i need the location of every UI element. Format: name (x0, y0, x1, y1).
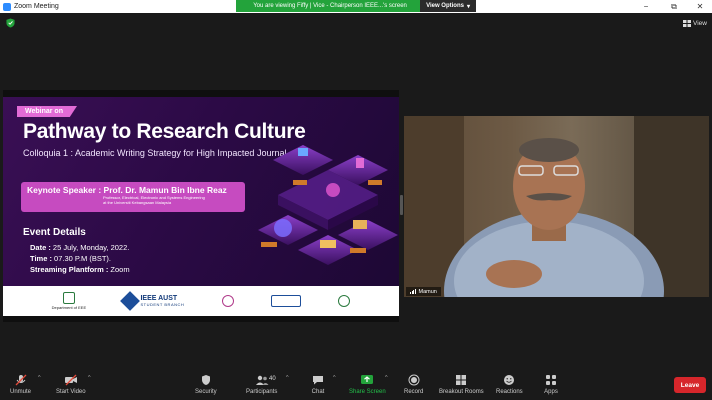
split-view-handle[interactable] (400, 195, 403, 215)
date-value: 25 July, Monday, 2022. (50, 243, 130, 252)
reactions-label: Reactions (496, 389, 523, 395)
date-label: Date : (30, 243, 51, 252)
share-screen-label: Share Screen (349, 389, 386, 395)
event-platform: Streaming Plantform : Zoom (30, 265, 130, 274)
start-video-button[interactable]: Start Video (56, 374, 86, 395)
close-button[interactable]: ✕ (688, 0, 712, 13)
shield-icon[interactable] (6, 18, 15, 28)
zoom-meeting-window: Zoom Meeting − ⧉ ✕ You are viewing Fiffy… (0, 0, 712, 400)
chat-button[interactable]: Chat (311, 374, 325, 395)
ieee-aust-logo: IEEE AUST STUDENT BRANCH (120, 291, 185, 311)
slide-tag: Webinar on (17, 106, 77, 117)
participant-name: Mamun (418, 288, 437, 295)
society-emblem-icon (338, 294, 351, 307)
view-options-button[interactable]: View Options ▾ (420, 0, 476, 12)
window-title: Zoom Meeting (14, 3, 59, 10)
sps-logo (270, 294, 301, 308)
grid-icon (683, 20, 691, 27)
record-label: Record (404, 389, 424, 395)
restore-button[interactable]: ⧉ (662, 0, 686, 13)
breakout-rooms-button[interactable]: Breakout Rooms (439, 374, 484, 395)
slide-bottom-bar (3, 316, 399, 322)
participants-label: Participants (246, 389, 278, 395)
share-banner-text: You are viewing Fiffy | Vice - Chairpers… (253, 3, 407, 9)
chat-options-caret[interactable]: ^ (333, 375, 336, 381)
sps-emblem-icon (270, 294, 301, 307)
chat-label: Chat (311, 389, 325, 395)
view-button[interactable]: View (683, 18, 707, 29)
keynote-label: Keynote Speaker : Prof. Dr. Mamun Bin Ib… (27, 185, 227, 195)
unmute-button[interactable]: Unmute (10, 374, 31, 395)
share-screen-button[interactable]: Share Screen (349, 374, 386, 395)
microphone-muted-icon (15, 374, 26, 386)
smiley-icon (504, 375, 515, 385)
time-value: 07.30 P.M (BST). (51, 254, 112, 263)
share-screen-icon (361, 375, 374, 384)
chevron-down-icon: ▾ (466, 3, 470, 10)
breakout-rooms-label: Breakout Rooms (439, 389, 484, 395)
dept-emblem-icon (62, 292, 75, 304)
zoom-logo-icon (3, 2, 11, 11)
reactions-button[interactable]: Reactions (496, 374, 523, 395)
slide-subhead: Colloquia 1 : Academic Writing Strategy … (23, 148, 287, 158)
wie-logo (221, 294, 234, 308)
record-icon (408, 374, 420, 386)
apps-button[interactable]: Apps (544, 374, 558, 395)
dept-logo-text: Department of EEE (51, 305, 87, 310)
signal-strength-icon (410, 289, 416, 294)
participants-options-caret[interactable]: ^ (286, 375, 289, 381)
security-shield-icon (201, 375, 210, 385)
audio-options-caret[interactable]: ^ (38, 375, 41, 381)
ieee-logo-main: IEEE AUST (140, 295, 178, 302)
time-label: Time : (30, 254, 52, 263)
security-button[interactable]: Security (195, 374, 217, 395)
event-time: Time : 07.30 P.M (BST). (30, 254, 111, 263)
event-details-title: Event Details (23, 227, 86, 238)
society-logo (338, 294, 351, 308)
start-video-label: Start Video (56, 389, 86, 395)
security-label: Security (195, 389, 217, 395)
slide-footer-logos: Department of EEE IEEE AUST STUDENT BRAN… (3, 286, 399, 316)
apps-label: Apps (544, 389, 558, 395)
view-options-label: View Options (426, 3, 464, 9)
event-date: Date : 25 July, Monday, 2022. (30, 243, 129, 252)
ieee-diamond-icon (120, 291, 141, 311)
leave-button[interactable]: Leave (674, 377, 706, 393)
breakout-rooms-icon (456, 375, 467, 385)
minimize-button[interactable]: − (634, 0, 658, 13)
platform-label: Streaming Plantform : (30, 265, 109, 274)
ieee-logo-sub: STUDENT BRANCH (140, 302, 185, 307)
research-illustration (258, 145, 398, 265)
wie-emblem-icon (221, 294, 234, 307)
screen-share-banner: You are viewing Fiffy | Vice - Chairpers… (236, 0, 476, 12)
shared-screen[interactable]: Webinar on Pathway to Research Culture C… (3, 90, 399, 322)
keynote-affiliation-2: at the Universiti Kebangsaan Malaysia (103, 200, 172, 205)
apps-icon (546, 375, 556, 385)
view-button-label: View (693, 20, 707, 27)
participant-name-tag: Mamun (406, 287, 441, 296)
participants-count: 40 (269, 376, 276, 382)
participant-video-tile[interactable]: Mamun (404, 116, 709, 297)
dept-logo: Department of EEE (52, 292, 86, 310)
share-options-caret[interactable]: ^ (385, 375, 388, 381)
video-off-icon (64, 374, 77, 386)
unmute-label: Unmute (10, 389, 32, 395)
record-button[interactable]: Record (404, 374, 423, 395)
video-options-caret[interactable]: ^ (88, 375, 91, 381)
slide-top-bar (3, 90, 399, 97)
participant-video-frame (404, 116, 709, 297)
participants-icon (255, 375, 269, 385)
platform-value: Zoom (108, 265, 130, 274)
keynote-box: Keynote Speaker : Prof. Dr. Mamun Bin Ib… (21, 182, 245, 212)
chat-bubble-icon (313, 376, 323, 385)
